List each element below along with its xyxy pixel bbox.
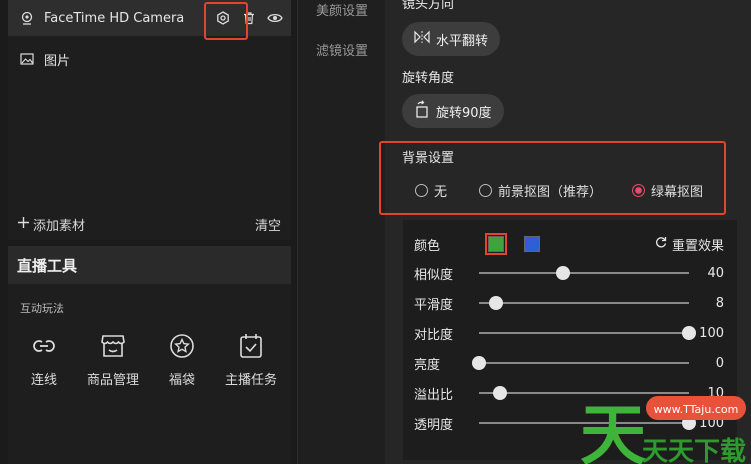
bg-option-none-label: 无: [434, 185, 448, 200]
bg-option-none[interactable]: 无: [415, 181, 447, 200]
flip-horizontal-button[interactable]: 水平翻转: [402, 22, 501, 56]
image-icon: [19, 51, 35, 67]
slider-track[interactable]: [472, 356, 689, 370]
slider-handle[interactable]: [682, 326, 696, 340]
refresh-icon: [655, 236, 667, 252]
background-highlight: [379, 141, 726, 215]
color-label: 颜色: [414, 238, 441, 254]
source-item-camera[interactable]: FaceTime HD Camera: [8, 0, 291, 40]
reset-label: 重置效果: [671, 238, 724, 254]
slider-label: 透明度: [414, 417, 454, 433]
nav-beauty[interactable]: 美颜设置: [316, 0, 368, 19]
slider-value: 8: [715, 295, 724, 311]
bg-option-foreground[interactable]: 前景抠图（推荐）: [479, 181, 602, 200]
reset-button[interactable]: 重置效果: [655, 235, 724, 254]
link-icon: [30, 332, 58, 360]
slider-row: 对比度 100: [414, 323, 734, 343]
slider-label: 亮度: [414, 357, 441, 373]
tool-link-label: 连线: [30, 373, 57, 388]
radio-greenscreen[interactable]: [632, 184, 646, 197]
slider-handle[interactable]: [556, 266, 570, 280]
slider-row: 相似度 40: [414, 263, 734, 283]
live-tools-grid: 连线 商品管理 福袋 主播任务: [8, 332, 291, 388]
camera-label: FaceTime HD Camera: [44, 10, 185, 26]
slider-label: 平滑度: [414, 297, 454, 313]
tool-lucky-bag-label: 福袋: [169, 373, 196, 388]
live-tools-subtitle: 互动玩法: [20, 302, 64, 315]
slider-label: 对比度: [414, 327, 454, 343]
slider-handle[interactable]: [488, 296, 503, 310]
tool-tasks-label: 主播任务: [225, 373, 278, 388]
rotate-button-label: 旋转90度: [436, 105, 492, 121]
add-material-label: 添加素材: [33, 218, 86, 234]
slider-value: 40: [707, 265, 724, 281]
color-row: 颜色 重置效果: [414, 233, 724, 255]
bg-option-foreground-label: 前景抠图（推荐）: [498, 185, 603, 200]
slider-label: 相似度: [414, 267, 454, 283]
left-panel: FaceTime HD Camera 图片 添加素材 清空 直播工具 互动玩法 …: [0, 0, 298, 464]
live-tools-title: 直播工具: [8, 246, 291, 284]
source-item-image[interactable]: 图片: [8, 41, 291, 77]
tool-store[interactable]: 商品管理: [87, 332, 139, 388]
plus-icon: [18, 216, 29, 232]
watermark-logo: 天 www.TTaju.com 天天下载: [580, 378, 751, 464]
slider-row: 平滑度 8: [414, 293, 734, 313]
background-options: 无 前景抠图（推荐） 绿幕抠图: [415, 181, 703, 200]
bg-option-greenscreen-label: 绿幕抠图: [651, 185, 704, 200]
add-material-button[interactable]: 添加素材: [18, 215, 85, 234]
bg-option-greenscreen[interactable]: 绿幕抠图: [632, 181, 703, 200]
settings-nav: 美颜设置 滤镜设置: [299, 0, 384, 464]
slider-track[interactable]: [479, 266, 689, 280]
eye-icon[interactable]: [267, 10, 283, 26]
green-swatch[interactable]: [485, 233, 507, 255]
nav-filter[interactable]: 滤镜设置: [316, 40, 368, 59]
mirror-label: 镜头方向: [402, 0, 455, 12]
camera-icon: [19, 10, 35, 26]
radio-none[interactable]: [415, 184, 428, 197]
slider-handle[interactable]: [472, 356, 486, 370]
rotate-icon: [414, 100, 430, 122]
slider-track[interactable]: [479, 296, 689, 310]
settings-highlight: [204, 2, 248, 40]
flip-label: 水平翻转: [436, 33, 489, 49]
source-footer: 添加素材 清空: [8, 210, 291, 238]
tool-tasks[interactable]: 主播任务: [225, 332, 277, 388]
tool-lucky-bag[interactable]: 福袋: [168, 332, 196, 388]
flip-icon: [414, 30, 430, 48]
live-tools-panel: 直播工具 互动玩法 连线 商品管理 福袋 主播任务: [8, 246, 291, 464]
star-badge-icon: [168, 332, 196, 360]
clear-button[interactable]: 清空: [255, 215, 281, 234]
slider-row: 亮度 0: [414, 353, 734, 373]
slider-handle[interactable]: [493, 386, 507, 400]
rotate-button[interactable]: 旋转90度: [402, 94, 504, 128]
slider-label: 溢出比: [414, 387, 454, 403]
blue-swatch[interactable]: [524, 236, 540, 252]
tool-link[interactable]: 连线: [30, 332, 58, 388]
radio-foreground[interactable]: [479, 184, 493, 197]
calendar-check-icon: [237, 332, 265, 360]
source-list: FaceTime HD Camera 图片 添加素材 清空: [8, 0, 291, 240]
image-label: 图片: [44, 53, 71, 69]
slider-track[interactable]: [479, 326, 696, 340]
svg-text:天: 天: [580, 397, 646, 464]
store-icon: [99, 332, 127, 360]
watermark-brand: 天天下载: [642, 437, 746, 464]
tool-store-label: 商品管理: [87, 373, 140, 388]
watermark-url: www.TTaju.com: [654, 403, 739, 416]
rotate-label: 旋转角度: [402, 71, 455, 86]
slider-value: 0: [715, 355, 724, 371]
